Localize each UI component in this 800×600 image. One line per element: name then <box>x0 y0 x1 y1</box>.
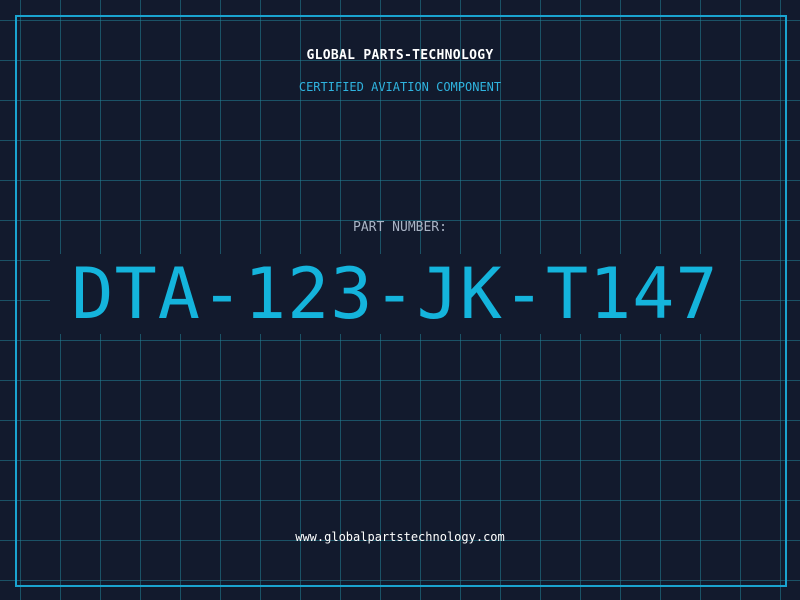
part-number-label: PART NUMBER: <box>353 220 447 235</box>
website-url: www.globalpartstechnology.com <box>295 530 505 544</box>
part-number-panel: DTA-123-JK-T147 <box>50 254 740 334</box>
certification-subtitle: CERTIFIED AVIATION COMPONENT <box>298 80 502 94</box>
company-name: GLOBAL PARTS-TECHNOLOGY <box>306 48 494 63</box>
part-number-value: DTA-123-JK-T147 <box>71 253 719 335</box>
label-canvas: GLOBAL PARTS-TECHNOLOGY CERTIFIED AVIATI… <box>0 0 800 600</box>
